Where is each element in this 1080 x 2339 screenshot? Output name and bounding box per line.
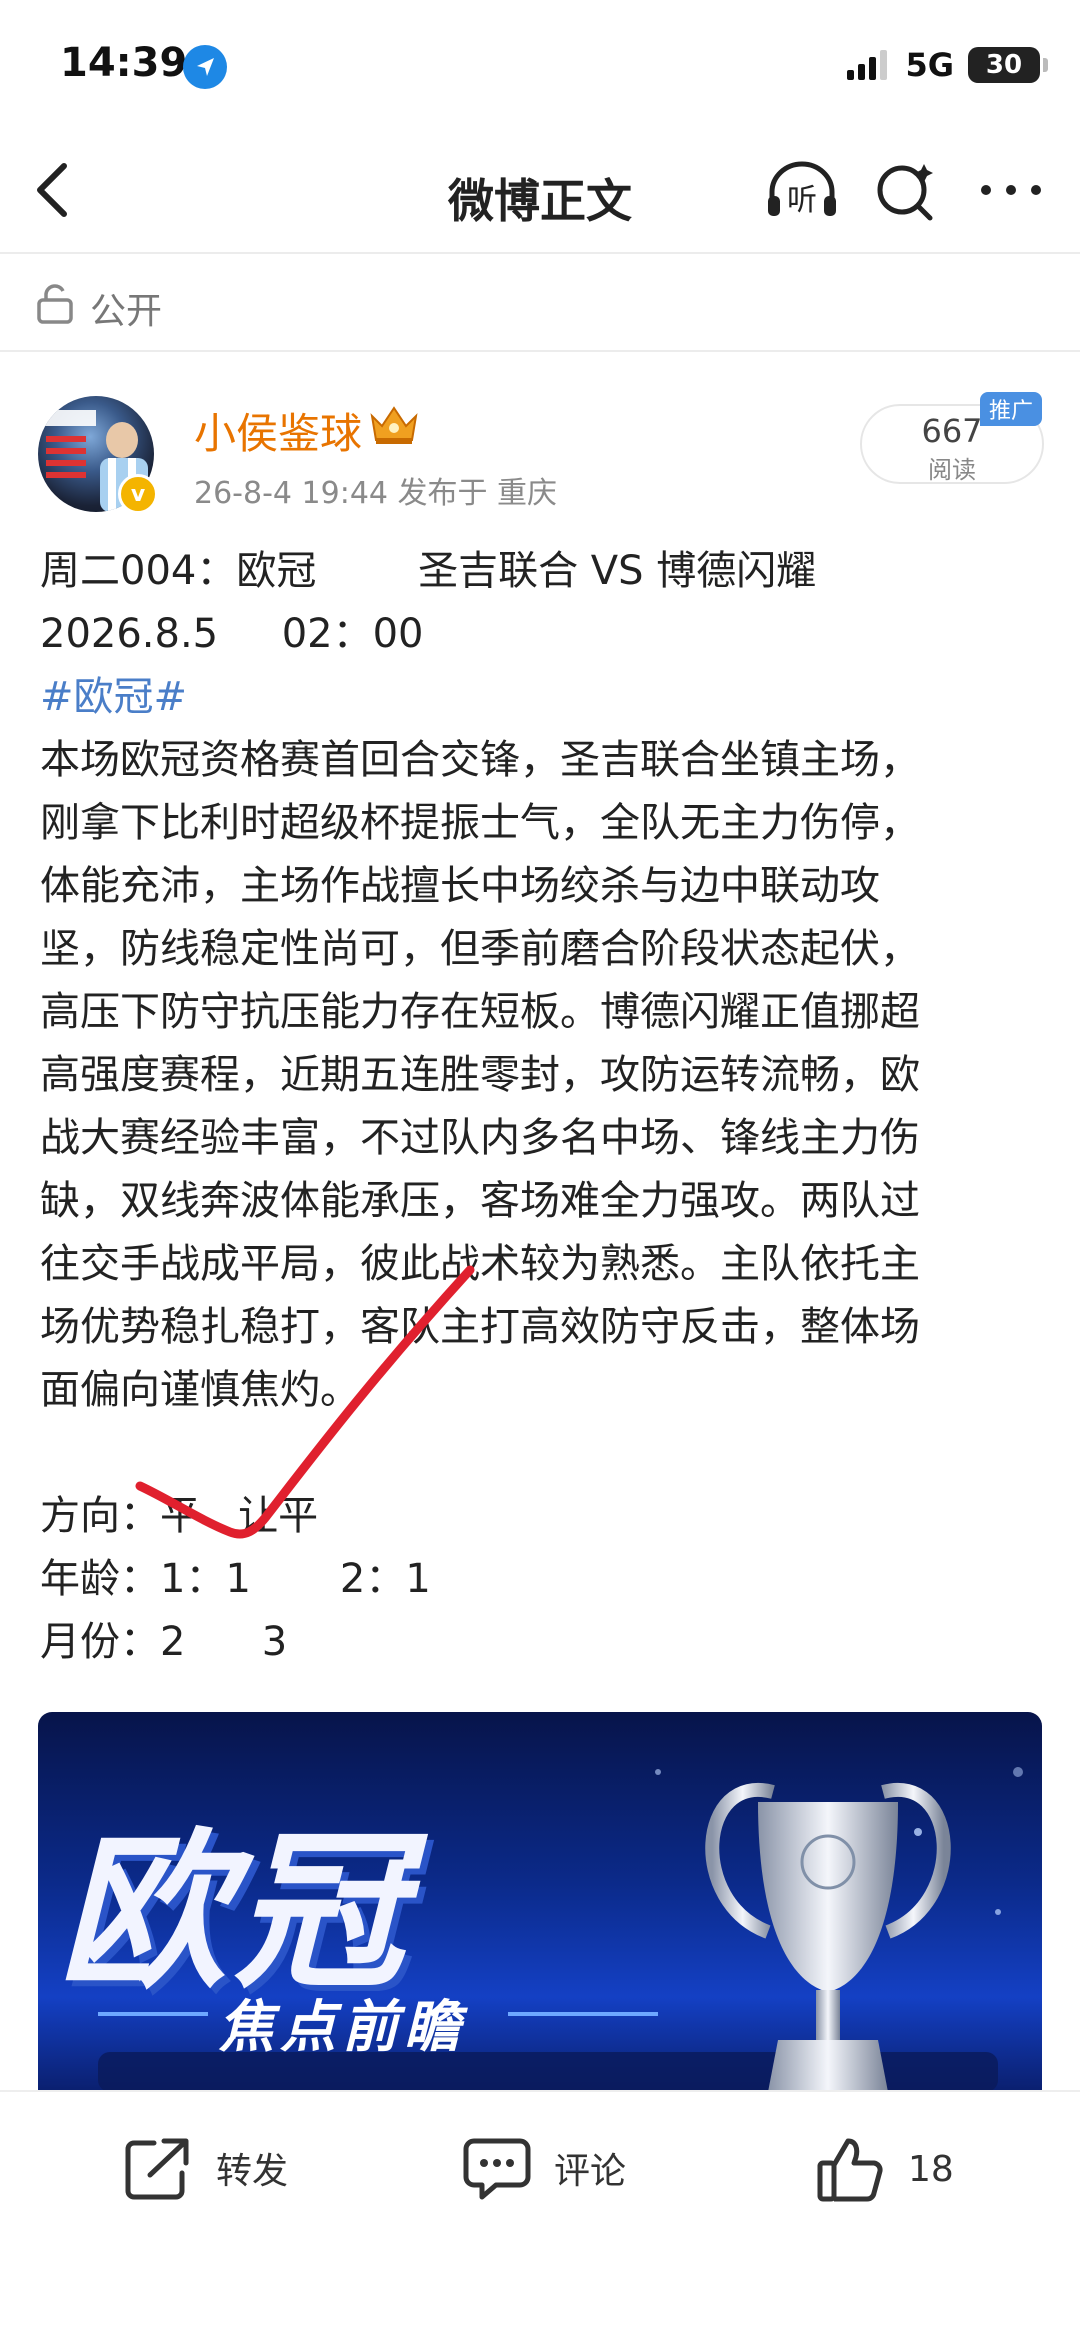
trophy-icon [678,1732,978,2092]
status-time: 14:39 [60,40,188,86]
repost-icon [125,2138,189,2200]
signal-icon [847,50,888,80]
author-name[interactable]: 小侯鉴球 [194,400,362,461]
crown-badge-icon [366,402,422,448]
promo-tag: 推广 [980,392,1042,426]
banner-line-right [508,2012,658,2016]
like-count: 18 [908,2148,954,2190]
more-button[interactable] [976,160,1046,220]
like-button[interactable]: 18 [816,2135,954,2203]
post-body-line: 面偏向谨慎焦灼。 [40,1367,360,1413]
listen-button[interactable]: 听 [764,160,840,222]
network-type: 5G [905,46,954,84]
repost-label: 转发 [216,2151,289,2192]
post-title-line: 周二004：欧冠 圣吉联合 VS 博德闪耀 [40,548,817,594]
post-body-line: 坚，防线稳定性尚可，但季前磨合阶段状态起伏， [40,926,920,972]
location-arrow-icon [183,45,227,89]
visibility-label: 公开 [90,291,163,332]
bottom-action-bar [0,2090,1080,2339]
nav-divider [0,252,1080,254]
post-body-line: 刚拿下比利时超级杯提振士气，全队无主力伤停， [40,800,920,846]
more-dots-icon [981,185,1041,195]
headphone-icon: 听 [768,161,836,218]
banner-line-left [98,2012,208,2016]
battery-icon: 30 [968,47,1048,83]
post-body-line: 体能充沛，主场作战擅长中场绞杀与边中联动攻 [40,863,880,909]
month-line: 月份：2 3 [40,1619,288,1665]
post-time-line: 2026.8.5 02：00 [40,611,424,657]
banner-subtitle: 焦点前瞻 [218,1995,466,2060]
lock-open-icon [36,282,74,324]
direction-line: 方向：平 让平 [40,1493,319,1539]
age-line: 年龄：1：1 2：1 [40,1556,431,1602]
post-body-line: 本场欧冠资格赛首回合交锋，圣吉联合坐镇主场， [40,737,920,783]
post-body-line: 战大赛经验丰富，不过队内多名中场、锋线主力伤 [40,1115,920,1161]
post-body-line: 场优势稳扎稳打，客队主打高效防守反击，整体场 [40,1304,920,1350]
comment-label: 评论 [554,2151,627,2192]
post-content: 周二004：欧冠 圣吉联合 VS 博德闪耀 2026.8.5 02：00 #欧冠… [40,540,1040,1674]
post-meta: 26-8-4 19:44 发布于 重庆 [194,476,558,511]
read-label: 阅读 [928,456,976,484]
banner-image[interactable]: 欧冠 焦点前瞻 [38,1712,1042,2092]
search-button[interactable] [874,160,938,224]
hashtag-link[interactable]: #欧冠# [40,666,1040,729]
verified-badge-icon: v [118,474,158,514]
comment-button[interactable]: 评论 [462,2135,626,2201]
post-body-line: 缺，双线奔波体能承压，客场难全力强攻。两队过 [40,1178,920,1224]
repost-button[interactable]: 转发 [124,2135,288,2201]
listen-label: 听 [787,183,817,218]
comment-icon [463,2138,531,2200]
post-body-line: 高压下防守抗压能力存在短板。博德闪耀正值挪超 [40,989,920,1035]
thumbs-up-icon [817,2138,883,2202]
status-indicators: 5G 30 [847,46,1048,84]
post-body-line: 高强度赛程，近期五连胜零封，攻防运转流畅，欧 [40,1052,920,1098]
visibility-divider [0,350,1080,352]
search-icon [877,164,933,221]
post-body-line: 往交手战成平局，彼此战术较为熟悉。主队依托主 [40,1241,920,1287]
